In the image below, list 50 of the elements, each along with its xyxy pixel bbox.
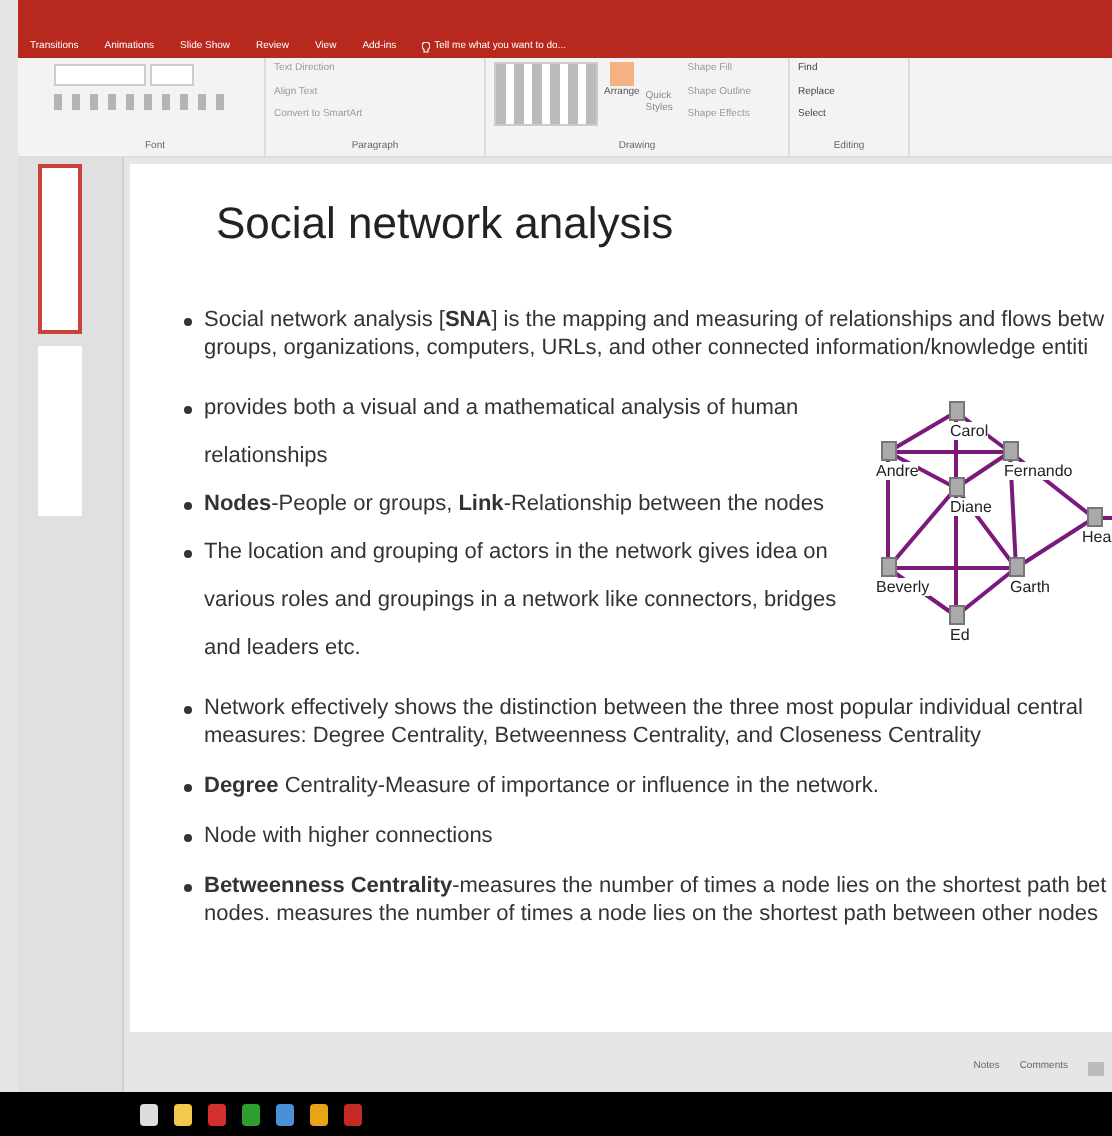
bullet-icon <box>184 550 192 558</box>
taskbar-app-icon[interactable] <box>276 1103 294 1125</box>
slide-title: Social network analysis <box>216 198 676 250</box>
bullet-text: Betweenness Centrality-measures the number of times a node lies on the shortest path bet <box>204 872 1107 900</box>
bullet-text: groups, organizations, computers, URLs, and other connected information/knowledge entiti <box>204 334 1091 362</box>
bullet-text: various roles and groupings in a network like connectors, bridges <box>204 586 837 616</box>
bullet-text: measures: Degree Centrality, Betweenness Centrality, and Closeness Centrality <box>204 722 983 750</box>
bullet-text: Nodes-People or groups, Link-Relationship between the nodes <box>204 490 825 520</box>
node-label: Carol <box>950 422 989 440</box>
bullet-text: relationships <box>204 442 330 472</box>
node-label: Beverly <box>876 578 930 596</box>
bullet-icon <box>184 884 192 892</box>
node-icon <box>1087 507 1103 527</box>
bullet-text: nodes. measures the number of times a node lies on the shortest path between other nodes <box>204 900 1100 928</box>
node-label: Garth <box>1010 578 1051 596</box>
slide-thumbnail[interactable] <box>38 164 82 334</box>
bullet-icon <box>184 406 192 414</box>
node-label: Ed <box>950 626 970 644</box>
lightbulb-icon <box>422 42 431 54</box>
node-label: Andre <box>876 462 919 480</box>
bullet-icon <box>184 834 192 842</box>
font-name-field[interactable] <box>54 64 146 86</box>
node-icon <box>1003 441 1019 461</box>
bullet-text: The location and grouping of actors in the network gives idea on <box>204 538 830 568</box>
node-icon <box>949 605 965 625</box>
taskbar-app-icon[interactable] <box>310 1103 328 1125</box>
bullet-text: and leaders etc. <box>204 634 363 664</box>
slide-thumbnail[interactable] <box>38 346 82 516</box>
node-icon <box>949 477 965 497</box>
node-label: Fernando <box>1004 462 1073 480</box>
bullet-text: provides both a visual and a mathematical analysis of human <box>204 394 799 424</box>
font-size-field[interactable] <box>150 64 194 86</box>
shapes-gallery-icon[interactable] <box>494 62 598 126</box>
bullet-icon <box>184 318 192 326</box>
bullet-icon <box>184 784 192 792</box>
taskbar-app-icon[interactable] <box>242 1103 260 1125</box>
node-label: Diane <box>950 498 992 516</box>
taskbar-app-icon[interactable] <box>140 1103 158 1125</box>
node-label: Hea <box>1082 528 1112 546</box>
node-icon <box>881 441 897 461</box>
taskbar-app-icon[interactable] <box>174 1103 192 1125</box>
node-icon <box>949 401 965 421</box>
bullet-text: Network effectively shows the distinction between the three most popular individual central <box>204 694 1083 722</box>
bullet-text: Degree Centrality-Measure of importance or influence in the network. <box>204 772 879 800</box>
bullet-text: Node with higher connections <box>204 822 493 850</box>
node-icon <box>881 557 897 577</box>
bullet-icon <box>184 502 192 510</box>
bullet-icon <box>184 706 192 714</box>
bullet-text: Social network analysis [SNA] is the mapping and measuring of relationships and flows betw <box>204 306 1105 334</box>
node-icon <box>1009 557 1025 577</box>
